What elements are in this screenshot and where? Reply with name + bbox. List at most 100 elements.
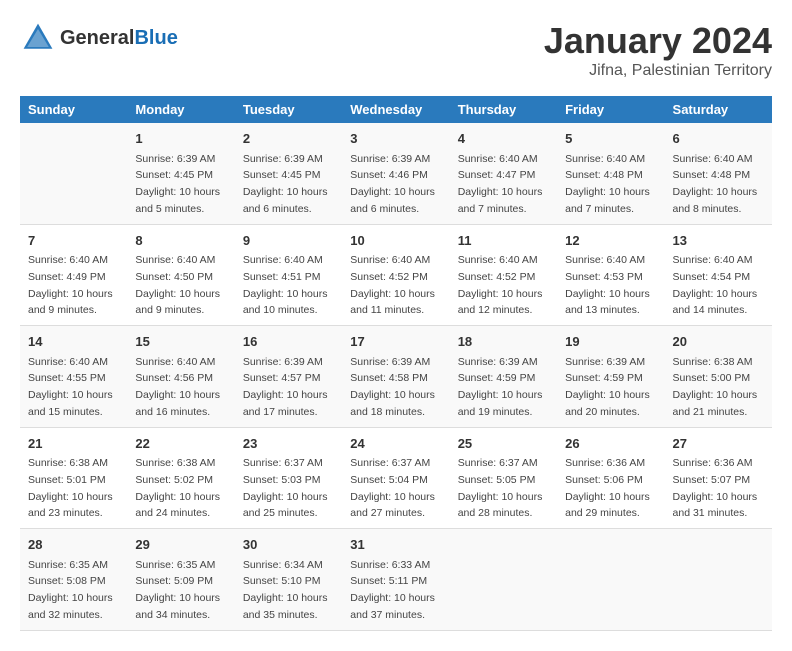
day-info: Sunrise: 6:37 AM Sunset: 5:03 PM Dayligh… [243, 457, 328, 519]
day-cell: 18 Sunrise: 6:39 AM Sunset: 4:59 PM Dayli… [450, 326, 557, 428]
day-cell: 15 Sunrise: 6:40 AM Sunset: 4:56 PM Dayli… [127, 326, 234, 428]
day-number: 19 [565, 332, 656, 352]
day-cell [450, 529, 557, 631]
day-cell: 29Sunrise: 6:35 AM Sunset: 5:09 PM Dayli… [127, 529, 234, 631]
day-cell: 2Sunrise: 6:39 AM Sunset: 4:45 PM Daylig… [235, 123, 342, 224]
col-header-monday: Monday [127, 96, 234, 123]
day-cell: 23 Sunrise: 6:37 AM Sunset: 5:03 PM Dayli… [235, 427, 342, 529]
day-info: Sunrise: 6:40 AM Sunset: 4:54 PM Dayligh… [673, 254, 758, 316]
day-cell: 11 Sunrise: 6:40 AM Sunset: 4:52 PM Dayli… [450, 224, 557, 326]
day-cell: 17Sunrise: 6:39 AM Sunset: 4:58 PM Dayli… [342, 326, 449, 428]
col-header-thursday: Thursday [450, 96, 557, 123]
logo-text: GeneralBlue [60, 27, 178, 49]
location-text: Jifna, Palestinian Territory [544, 62, 772, 80]
day-number: 18 [458, 332, 549, 352]
col-header-wednesday: Wednesday [342, 96, 449, 123]
day-info: Sunrise: 6:39 AM Sunset: 4:59 PM Dayligh… [458, 356, 543, 418]
month-title: January 2024 [544, 20, 772, 62]
day-number: 30 [243, 535, 334, 555]
day-cell: 6Sunrise: 6:40 AM Sunset: 4:48 PM Daylig… [665, 123, 772, 224]
day-number: 26 [565, 434, 656, 454]
day-number: 5 [565, 129, 656, 149]
day-cell: 26Sunrise: 6:36 AM Sunset: 5:06 PM Dayli… [557, 427, 664, 529]
day-number: 12 [565, 231, 656, 251]
day-number: 21 [28, 434, 119, 454]
col-header-saturday: Saturday [665, 96, 772, 123]
day-info: Sunrise: 6:40 AM Sunset: 4:52 PM Dayligh… [458, 254, 543, 316]
day-cell: 7Sunrise: 6:40 AM Sunset: 4:49 PM Daylig… [20, 224, 127, 326]
day-info: Sunrise: 6:40 AM Sunset: 4:50 PM Dayligh… [135, 254, 220, 316]
day-number: 25 [458, 434, 549, 454]
day-number: 10 [350, 231, 441, 251]
day-cell: 30 Sunrise: 6:34 AM Sunset: 5:10 PM Dayli… [235, 529, 342, 631]
day-number: 11 [458, 231, 549, 251]
title-block: January 2024 Jifna, Palestinian Territor… [544, 20, 772, 80]
day-cell: 4 Sunrise: 6:40 AM Sunset: 4:47 PM Daylig… [450, 123, 557, 224]
col-header-sunday: Sunday [20, 96, 127, 123]
day-number: 23 [243, 434, 334, 454]
day-number: 31 [350, 535, 441, 555]
day-info: Sunrise: 6:40 AM Sunset: 4:49 PM Dayligh… [28, 254, 113, 316]
day-number: 15 [135, 332, 226, 352]
week-row-2: 7Sunrise: 6:40 AM Sunset: 4:49 PM Daylig… [20, 224, 772, 326]
day-number: 1 [135, 129, 226, 149]
day-info: Sunrise: 6:36 AM Sunset: 5:07 PM Dayligh… [673, 457, 758, 519]
day-cell: 8 Sunrise: 6:40 AM Sunset: 4:50 PM Daylig… [127, 224, 234, 326]
day-info: Sunrise: 6:40 AM Sunset: 4:52 PM Dayligh… [350, 254, 435, 316]
week-row-1: 1 Sunrise: 6:39 AM Sunset: 4:45 PM Daylig… [20, 123, 772, 224]
day-info: Sunrise: 6:40 AM Sunset: 4:56 PM Dayligh… [135, 356, 220, 418]
day-cell: 14Sunrise: 6:40 AM Sunset: 4:55 PM Dayli… [20, 326, 127, 428]
day-number: 16 [243, 332, 334, 352]
day-cell: 25 Sunrise: 6:37 AM Sunset: 5:05 PM Dayli… [450, 427, 557, 529]
day-info: Sunrise: 6:39 AM Sunset: 4:59 PM Dayligh… [565, 356, 650, 418]
day-cell [557, 529, 664, 631]
col-header-friday: Friday [557, 96, 664, 123]
day-cell: 1 Sunrise: 6:39 AM Sunset: 4:45 PM Daylig… [127, 123, 234, 224]
day-cell: 5 Sunrise: 6:40 AM Sunset: 4:48 PM Daylig… [557, 123, 664, 224]
day-info: Sunrise: 6:40 AM Sunset: 4:48 PM Dayligh… [565, 153, 650, 215]
day-cell: 16 Sunrise: 6:39 AM Sunset: 4:57 PM Dayli… [235, 326, 342, 428]
day-info: Sunrise: 6:39 AM Sunset: 4:57 PM Dayligh… [243, 356, 328, 418]
logo-blue-text: Blue [134, 27, 177, 49]
day-info: Sunrise: 6:33 AM Sunset: 5:11 PM Dayligh… [350, 559, 435, 621]
day-cell: 27Sunrise: 6:36 AM Sunset: 5:07 PM Dayli… [665, 427, 772, 529]
day-info: Sunrise: 6:39 AM Sunset: 4:45 PM Dayligh… [243, 153, 328, 215]
day-number: 17 [350, 332, 441, 352]
week-row-5: 28 Sunrise: 6:35 AM Sunset: 5:08 PM Dayli… [20, 529, 772, 631]
day-cell: 21 Sunrise: 6:38 AM Sunset: 5:01 PM Dayli… [20, 427, 127, 529]
day-info: Sunrise: 6:37 AM Sunset: 5:05 PM Dayligh… [458, 457, 543, 519]
day-info: Sunrise: 6:37 AM Sunset: 5:04 PM Dayligh… [350, 457, 435, 519]
logo-general-text: General [60, 27, 134, 49]
day-info: Sunrise: 6:40 AM Sunset: 4:51 PM Dayligh… [243, 254, 328, 316]
day-number: 8 [135, 231, 226, 251]
day-info: Sunrise: 6:40 AM Sunset: 4:47 PM Dayligh… [458, 153, 543, 215]
day-number: 24 [350, 434, 441, 454]
day-number: 28 [28, 535, 119, 555]
col-header-tuesday: Tuesday [235, 96, 342, 123]
day-info: Sunrise: 6:38 AM Sunset: 5:00 PM Dayligh… [673, 356, 758, 418]
day-info: Sunrise: 6:39 AM Sunset: 4:45 PM Dayligh… [135, 153, 220, 215]
day-info: Sunrise: 6:34 AM Sunset: 5:10 PM Dayligh… [243, 559, 328, 621]
day-cell: 22Sunrise: 6:38 AM Sunset: 5:02 PM Dayli… [127, 427, 234, 529]
day-cell: 13 Sunrise: 6:40 AM Sunset: 4:54 PM Dayli… [665, 224, 772, 326]
day-number: 3 [350, 129, 441, 149]
logo: GeneralBlue [20, 20, 178, 56]
day-cell [665, 529, 772, 631]
day-info: Sunrise: 6:38 AM Sunset: 5:01 PM Dayligh… [28, 457, 113, 519]
day-cell: 20 Sunrise: 6:38 AM Sunset: 5:00 PM Dayli… [665, 326, 772, 428]
day-number: 20 [673, 332, 764, 352]
day-info: Sunrise: 6:38 AM Sunset: 5:02 PM Dayligh… [135, 457, 220, 519]
logo-icon [20, 20, 56, 56]
day-cell: 19 Sunrise: 6:39 AM Sunset: 4:59 PM Dayli… [557, 326, 664, 428]
day-number: 13 [673, 231, 764, 251]
day-info: Sunrise: 6:39 AM Sunset: 4:46 PM Dayligh… [350, 153, 435, 215]
day-info: Sunrise: 6:35 AM Sunset: 5:08 PM Dayligh… [28, 559, 113, 621]
week-row-3: 14Sunrise: 6:40 AM Sunset: 4:55 PM Dayli… [20, 326, 772, 428]
day-cell: 28 Sunrise: 6:35 AM Sunset: 5:08 PM Dayli… [20, 529, 127, 631]
day-cell: 12Sunrise: 6:40 AM Sunset: 4:53 PM Dayli… [557, 224, 664, 326]
day-number: 4 [458, 129, 549, 149]
page-header: GeneralBlue January 2024 Jifna, Palestin… [20, 20, 772, 80]
day-cell: 24 Sunrise: 6:37 AM Sunset: 5:04 PM Dayli… [342, 427, 449, 529]
header-row: SundayMondayTuesdayWednesdayThursdayFrid… [20, 96, 772, 123]
day-number: 9 [243, 231, 334, 251]
